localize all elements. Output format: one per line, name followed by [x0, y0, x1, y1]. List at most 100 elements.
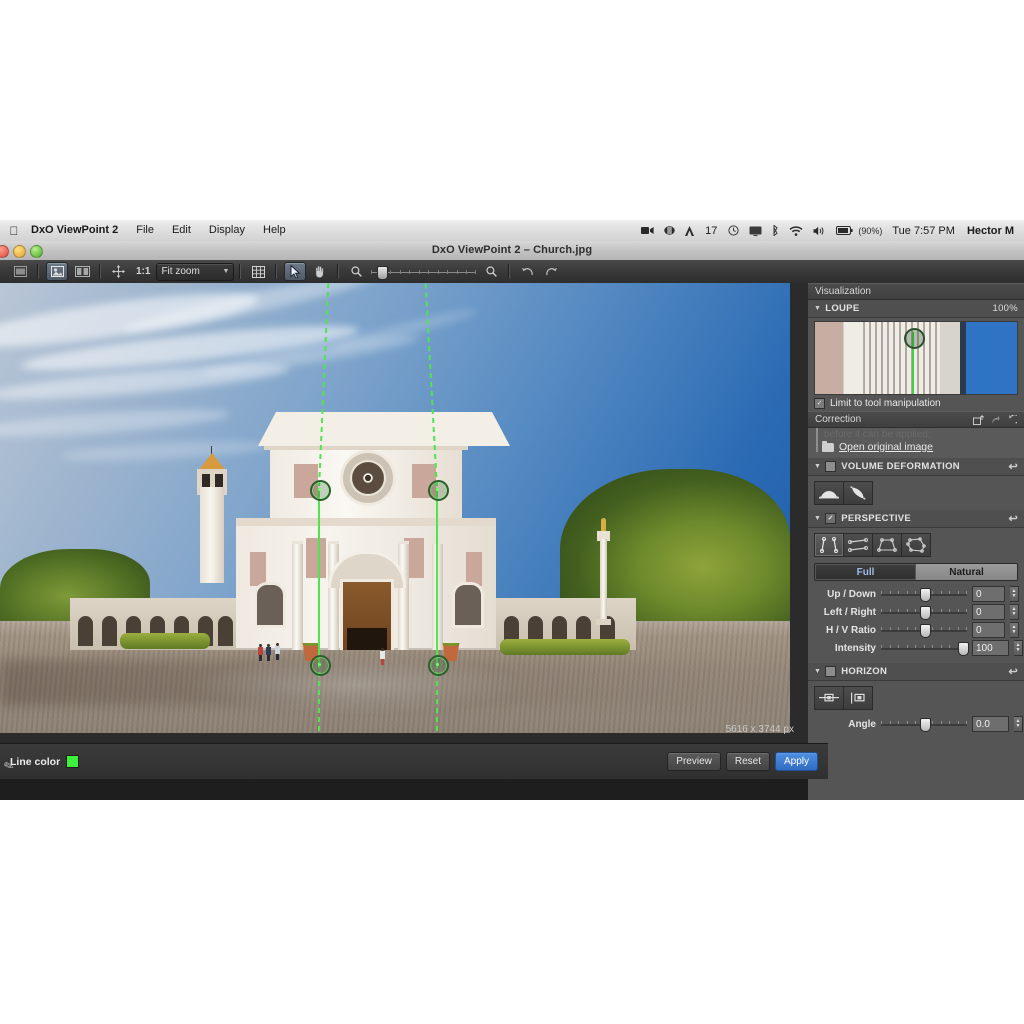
- grid-icon[interactable]: [248, 263, 268, 280]
- line-color-swatch[interactable]: [66, 755, 80, 768]
- volume-deformation-checkbox[interactable]: [825, 461, 837, 472]
- guide-handle-bottom-right[interactable]: [428, 655, 449, 676]
- menu-edit[interactable]: Edit: [163, 220, 200, 241]
- slider-intensity[interactable]: Intensity 100 ▲ ▼: [808, 639, 1024, 657]
- horizon-horizontal-icon[interactable]: [814, 686, 844, 710]
- photo-church[interactable]: [0, 283, 790, 733]
- slider-intensity-stepper[interactable]: ▲ ▼: [1014, 640, 1023, 656]
- hand-tool-icon[interactable]: [310, 263, 330, 280]
- two-lines-horizontal-icon[interactable]: [844, 533, 873, 557]
- horizon-reset-icon[interactable]: ↩: [1008, 665, 1018, 678]
- screen-record-icon[interactable]: [636, 220, 659, 241]
- reset-button[interactable]: Reset: [725, 752, 770, 771]
- copy-icon[interactable]: [990, 415, 1000, 425]
- guide-handle-top-right[interactable]: [428, 480, 449, 501]
- slider-up-down[interactable]: Up / Down 0 ▲ ▼: [808, 585, 1024, 603]
- limit-checkbox[interactable]: ✓: [814, 397, 825, 409]
- volume-deformation-header[interactable]: ▼ VOLUME DEFORMATION ↩: [808, 458, 1024, 476]
- perspective-guide-left[interactable]: [310, 283, 331, 733]
- slider-angle-track[interactable]: [881, 718, 967, 732]
- menu-app-name[interactable]: DxO ViewPoint 2: [22, 220, 127, 241]
- arrow-select-icon[interactable]: [284, 262, 307, 281]
- zoom-out-icon[interactable]: [346, 263, 366, 280]
- zoom-slider-knob[interactable]: [377, 265, 389, 280]
- compare-view-icon[interactable]: [72, 263, 92, 280]
- horizon-checkbox[interactable]: [825, 666, 837, 677]
- slider-up-down-stepper[interactable]: ▲ ▼: [1010, 586, 1019, 602]
- volume-icon[interactable]: [808, 220, 831, 241]
- slider-hv-ratio-stepper[interactable]: ▲ ▼: [1010, 622, 1019, 638]
- loupe-group-header[interactable]: ▼ LOUPE 100%: [808, 300, 1024, 318]
- slider-hv-ratio-track[interactable]: [881, 624, 967, 638]
- preview-button[interactable]: Preview: [667, 752, 721, 771]
- disclosure-triangle-icon[interactable]: ▼: [814, 463, 821, 470]
- menubar-clock[interactable]: Tue 7:57 PM: [886, 225, 961, 237]
- guide-handle-top-left[interactable]: [310, 480, 331, 501]
- menu-file[interactable]: File: [127, 220, 163, 241]
- slider-up-down-value[interactable]: 0: [972, 586, 1005, 602]
- slider-intensity-value[interactable]: 100: [972, 640, 1009, 656]
- display-icon[interactable]: [744, 220, 767, 241]
- alfred-icon[interactable]: [680, 220, 699, 241]
- slider-up-down-track[interactable]: [881, 588, 967, 602]
- slider-hv-ratio[interactable]: H / V Ratio 0 ▲ ▼: [808, 621, 1024, 639]
- slider-intensity-track[interactable]: [881, 642, 970, 656]
- perspective-checkbox[interactable]: ✓: [825, 513, 837, 524]
- zoom-slider[interactable]: [371, 265, 477, 280]
- perspective-reset-icon[interactable]: ↩: [1008, 512, 1018, 525]
- volume-horizontal-icon[interactable]: [814, 481, 844, 505]
- single-image-view-icon[interactable]: [46, 262, 68, 281]
- slider-angle[interactable]: Angle 0.0 ▲ ▼: [808, 715, 1024, 733]
- disclosure-triangle-icon[interactable]: ▼: [814, 515, 821, 522]
- wifi-icon[interactable]: [784, 220, 808, 241]
- zoom-mode-select[interactable]: Fit zoom ▼: [156, 262, 235, 281]
- slider-left-right-knob[interactable]: [920, 606, 931, 620]
- menu-display[interactable]: Display: [200, 220, 254, 241]
- slider-left-right[interactable]: Left / Right 0 ▲ ▼: [808, 603, 1024, 621]
- limit-to-tool-row[interactable]: ✓ Limit to tool manipulation: [808, 395, 1024, 411]
- slider-hv-ratio-knob[interactable]: [920, 624, 931, 638]
- volume-diagonal-icon[interactable]: [844, 481, 873, 505]
- apple-logo-icon[interactable]: : [6, 224, 22, 238]
- slider-intensity-knob[interactable]: [958, 642, 970, 656]
- battery-icon[interactable]: [831, 220, 858, 241]
- horizon-header[interactable]: ▼ HORIZON ↩: [808, 663, 1024, 681]
- zoom-in-icon[interactable]: [481, 263, 501, 280]
- slider-up-down-knob[interactable]: [920, 588, 931, 602]
- menubar-user[interactable]: Hector M: [961, 225, 1020, 237]
- perspective-header[interactable]: ▼ ✓ PERSPECTIVE ↩: [808, 510, 1024, 528]
- move-tool-icon[interactable]: [108, 263, 128, 280]
- slider-hv-ratio-value[interactable]: 0: [972, 622, 1005, 638]
- image-canvas[interactable]: 5616 x 3744 px: [0, 283, 808, 743]
- disclosure-triangle-icon[interactable]: ▼: [814, 305, 821, 312]
- horizon-vertical-icon[interactable]: [844, 686, 873, 710]
- perspective-mode-natural[interactable]: Natural: [916, 564, 1017, 580]
- slider-angle-stepper[interactable]: ▲ ▼: [1014, 716, 1023, 732]
- menu-help[interactable]: Help: [254, 220, 295, 241]
- slider-left-right-stepper[interactable]: ▲ ▼: [1010, 604, 1019, 620]
- slider-left-right-value[interactable]: 0: [972, 604, 1005, 620]
- slider-left-right-track[interactable]: [881, 606, 967, 620]
- volume-reset-icon[interactable]: ↩: [1008, 460, 1018, 473]
- perspective-mode-toggle[interactable]: Full Natural: [814, 563, 1018, 581]
- dropbox-icon[interactable]: [659, 220, 680, 241]
- line-color-control[interactable]: Line color: [10, 755, 80, 768]
- eight-point-icon[interactable]: [902, 533, 931, 557]
- time-machine-icon[interactable]: [723, 220, 744, 241]
- filmstrip-icon[interactable]: [10, 263, 30, 280]
- two-lines-vertical-icon[interactable]: [814, 533, 844, 557]
- loupe-preview[interactable]: [814, 321, 1018, 395]
- open-original-image-link[interactable]: Open original image: [808, 439, 1024, 453]
- reset-icon[interactable]: [1006, 414, 1017, 425]
- undo-icon[interactable]: [517, 263, 537, 280]
- bluetooth-icon[interactable]: [767, 220, 784, 241]
- four-point-rectangle-icon[interactable]: [873, 533, 902, 557]
- export-icon[interactable]: [973, 414, 984, 425]
- redo-icon[interactable]: [541, 263, 561, 280]
- guide-handle-bottom-left[interactable]: [310, 655, 331, 676]
- apply-button[interactable]: Apply: [774, 752, 818, 771]
- zoom-1to1-button[interactable]: 1:1: [130, 266, 156, 277]
- slider-angle-knob[interactable]: [920, 718, 931, 732]
- slider-angle-value[interactable]: 0.0: [972, 716, 1009, 732]
- perspective-mode-full[interactable]: Full: [815, 564, 916, 580]
